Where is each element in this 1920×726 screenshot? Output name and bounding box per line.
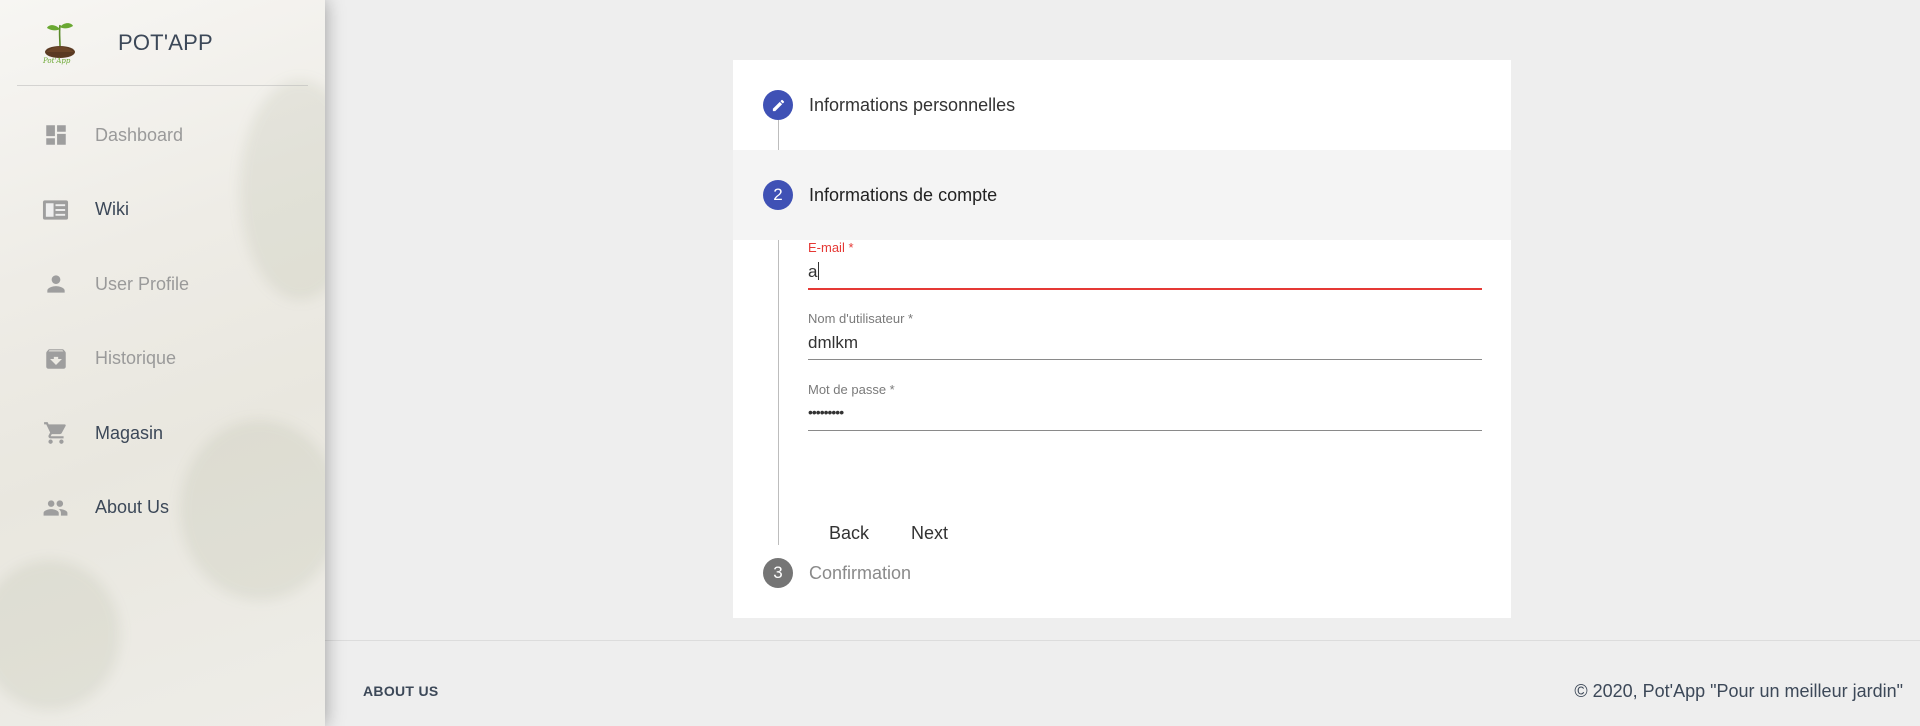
footer-about-us-link[interactable]: ABOUT US — [363, 683, 439, 699]
dashboard-icon — [42, 122, 69, 149]
wiki-icon — [42, 196, 69, 223]
sidebar-item-magasin[interactable]: Magasin — [0, 396, 325, 471]
sidebar-item-label: Magasin — [95, 422, 164, 443]
step-title: Informations de compte — [809, 184, 998, 205]
pencil-icon — [763, 90, 793, 120]
sidebar-item-dashboard[interactable]: Dashboard — [0, 98, 325, 173]
username-field[interactable]: Nom d'utilisateur * dmlkm — [808, 311, 1482, 360]
cart-icon — [42, 420, 69, 447]
people-icon — [42, 494, 69, 521]
password-input[interactable]: ••••••••• — [808, 404, 1482, 426]
sidebar-item-about-us[interactable]: About Us — [0, 471, 325, 546]
username-input[interactable]: dmlkm — [808, 333, 1482, 355]
main-content: Informations personnelles 2 Informations… — [325, 0, 1920, 726]
footer: ABOUT US © 2020, Pot'App "Pour un meille… — [325, 640, 1920, 726]
password-underline — [808, 430, 1482, 431]
email-label: E-mail * — [808, 240, 854, 255]
person-icon — [42, 271, 69, 298]
step-connector — [778, 240, 779, 545]
sidebar-item-label: Wiki — [95, 199, 129, 220]
brand-name: POT'APP — [118, 30, 213, 55]
footer-copyright: © 2020, Pot'App "Pour un meilleur jardin… — [1574, 681, 1903, 701]
step-title: Informations personnelles — [809, 94, 1016, 115]
brand[interactable]: Pot'App POT'APP — [0, 0, 325, 86]
step-account-info[interactable]: 2 Informations de compte — [733, 150, 1511, 240]
email-underline — [808, 288, 1482, 290]
divider — [17, 85, 308, 86]
step-personal-info[interactable]: Informations personnelles — [733, 60, 1511, 150]
sidebar-item-label: About Us — [95, 497, 170, 518]
sidebar-item-label: User Profile — [95, 273, 190, 294]
sidebar-item-label: Dashboard — [95, 124, 184, 145]
step-title: Confirmation — [809, 562, 912, 583]
stepper-card: Informations personnelles 2 Informations… — [733, 60, 1511, 618]
sidebar-nav: Dashboard Wiki User Profile Historique M… — [0, 98, 325, 545]
step-confirmation[interactable]: 3 Confirmation — [733, 543, 1511, 603]
email-input[interactable]: a — [808, 262, 1482, 284]
archive-icon — [42, 345, 69, 372]
sidebar: Pot'App POT'APP Dashboard Wiki User Prof… — [0, 0, 325, 726]
step-number: 2 — [763, 180, 793, 210]
password-label: Mot de passe * — [808, 382, 895, 397]
sidebar-item-wiki[interactable]: Wiki — [0, 173, 325, 248]
username-underline — [808, 359, 1482, 360]
text-caret — [818, 262, 820, 280]
email-field[interactable]: E-mail * a — [808, 240, 1482, 290]
username-label: Nom d'utilisateur * — [808, 311, 914, 326]
step-number: 3 — [763, 558, 793, 588]
sidebar-item-label: Historique — [95, 348, 177, 369]
logo-icon: Pot'App — [40, 19, 80, 67]
password-field[interactable]: Mot de passe * ••••••••• — [808, 382, 1482, 431]
email-value: a — [808, 262, 818, 281]
sidebar-item-user-profile[interactable]: User Profile — [0, 247, 325, 322]
sidebar-item-historique[interactable]: Historique — [0, 322, 325, 397]
logo-text: Pot'App — [43, 57, 71, 65]
